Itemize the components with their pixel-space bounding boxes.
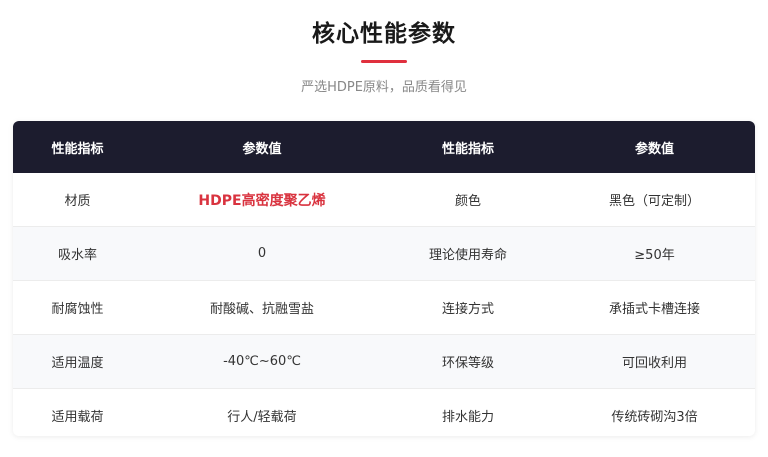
spec-table: 性能指标 参数值 性能指标 参数值 材质 HDPE高密度聚乙烯 颜色 黑色（可定… xyxy=(13,121,755,436)
section-subtitle: 严选HDPE原料，品质看得见 xyxy=(301,80,467,95)
section-title: 核心性能参数 xyxy=(312,21,456,47)
table-cell: 传统砖砌沟3倍 xyxy=(611,410,698,425)
table-row: 吸水率 0 理论使用寿命 ≥50年 xyxy=(13,227,755,281)
table-cell: 理论使用寿命 xyxy=(428,248,507,263)
header-cell: 性能指标 xyxy=(51,141,104,157)
table-cell: ≥50年 xyxy=(634,248,675,263)
performance-section: 核心性能参数 严选HDPE原料，品质看得见 性能指标 参数值 性能指标 参数值 … xyxy=(0,0,768,457)
table-cell: 连接方式 xyxy=(441,302,494,317)
table-cell: 材质 xyxy=(64,194,91,209)
table-cell: 耐腐蚀性 xyxy=(51,302,104,317)
table-cell: 承插式卡槽连接 xyxy=(608,302,700,317)
table-cell: 耐酸碱、抗融雪盐 xyxy=(209,302,314,317)
table-cell: 吸水率 xyxy=(57,248,97,263)
table-cell: -40℃~60℃ xyxy=(223,354,301,369)
header-cell: 性能指标 xyxy=(441,141,494,157)
table-cell: 0 xyxy=(257,246,267,261)
table-row: 耐腐蚀性 耐酸碱、抗融雪盐 连接方式 承插式卡槽连接 xyxy=(13,281,755,335)
table-cell: 适用载荷 xyxy=(51,410,104,425)
header-cell: 参数值 xyxy=(634,141,674,157)
table-cell: 颜色 xyxy=(454,194,481,209)
table-header-row: 性能指标 参数值 性能指标 参数值 xyxy=(13,121,755,173)
header-cell: 参数值 xyxy=(242,141,282,157)
table-row: 材质 HDPE高密度聚乙烯 颜色 黑色（可定制） xyxy=(13,173,755,227)
table-row: 适用温度 -40℃~60℃ 环保等级 可回收利用 xyxy=(13,335,755,389)
table-cell: 排水能力 xyxy=(441,410,494,425)
table-cell: 行人/轻载荷 xyxy=(227,410,297,425)
title-underline xyxy=(361,60,407,63)
table-cell-highlight: HDPE高密度聚乙烯 xyxy=(198,192,326,209)
table-cell: 适用温度 xyxy=(51,356,104,371)
table-cell: 黑色（可定制） xyxy=(608,194,700,209)
table-row: 适用载荷 行人/轻载荷 排水能力 传统砖砌沟3倍 xyxy=(13,389,755,436)
table-cell: 环保等级 xyxy=(441,356,494,371)
table-cell: 可回收利用 xyxy=(621,356,687,371)
